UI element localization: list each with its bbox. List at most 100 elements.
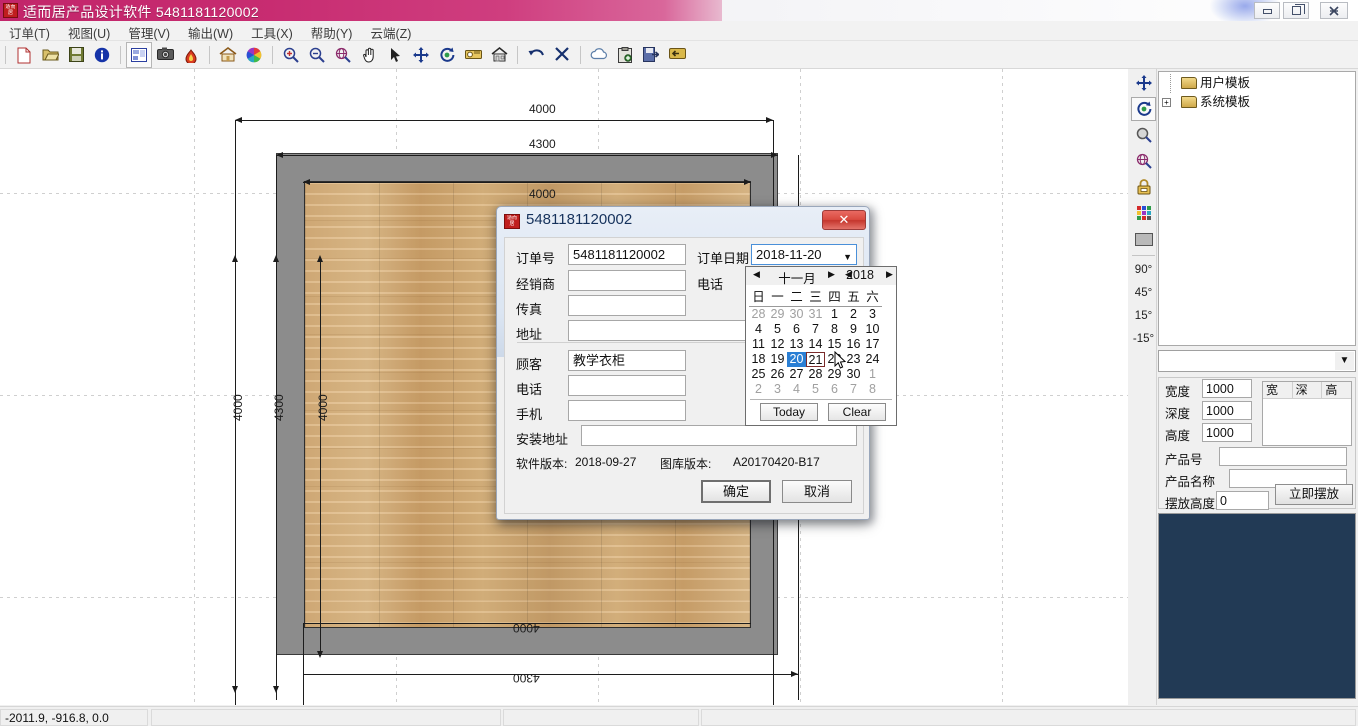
template-select[interactable]: ▼ — [1158, 350, 1356, 372]
calendar-day[interactable]: 31 — [806, 307, 825, 322]
product-no-input[interactable] — [1219, 447, 1347, 466]
calendar-day[interactable]: 24 — [863, 352, 882, 367]
zoom-extents-tool-icon[interactable] — [1131, 149, 1156, 173]
home-icon[interactable] — [215, 42, 241, 68]
calendar-day[interactable]: 28 — [806, 367, 825, 382]
pan-hand-icon[interactable] — [356, 42, 382, 68]
calendar-day[interactable]: 21 — [806, 352, 825, 367]
order-no-input[interactable]: 5481181120002 — [568, 244, 686, 265]
dealer-input[interactable] — [568, 270, 686, 291]
dialog-close-icon[interactable]: ✕ — [822, 210, 866, 230]
expand-icon[interactable]: + — [1162, 98, 1171, 107]
lock-tool-icon[interactable] — [1131, 175, 1156, 199]
fax-input[interactable] — [568, 295, 686, 316]
new-icon[interactable] — [11, 42, 37, 68]
move-tool-icon[interactable] — [1131, 71, 1156, 95]
angle-neg15-button[interactable]: -15° — [1131, 328, 1156, 351]
minimize-button[interactable] — [1254, 2, 1280, 19]
preview-3d-viewport[interactable] — [1158, 513, 1356, 699]
maximize-button[interactable] — [1283, 2, 1309, 19]
width-input[interactable]: 1000 — [1202, 379, 1252, 398]
angle-45-button[interactable]: 45° — [1131, 282, 1156, 305]
calendar-day[interactable]: 6 — [787, 322, 806, 337]
calendar-day[interactable]: 17 — [863, 337, 882, 352]
menu-item-manage[interactable]: 管理(V) — [119, 21, 179, 41]
calendar-day[interactable]: 29 — [768, 307, 787, 322]
calendar-day[interactable]: 20 — [787, 352, 806, 367]
calendar-day[interactable]: 2 — [749, 382, 768, 397]
undo-icon[interactable] — [523, 42, 549, 68]
mobile-input[interactable] — [568, 400, 686, 421]
delete-icon[interactable] — [549, 42, 575, 68]
fill-tool-icon[interactable] — [1131, 227, 1156, 251]
house-view-icon[interactable] — [486, 42, 512, 68]
rotate-tool-icon[interactable] — [1131, 97, 1156, 121]
calendar-day[interactable]: 12 — [768, 337, 787, 352]
calendar-day[interactable]: 9 — [844, 322, 863, 337]
prev-month-icon[interactable]: ◀ — [751, 269, 762, 280]
back-icon[interactable] — [664, 42, 690, 68]
menu-item-help[interactable]: 帮助(Y) — [302, 21, 362, 41]
calendar-day[interactable]: 30 — [787, 307, 806, 322]
next-month-icon[interactable]: ▶ — [826, 269, 837, 280]
calendar-day[interactable]: 4 — [787, 382, 806, 397]
calendar-today-button[interactable]: Today — [760, 403, 818, 421]
info-icon[interactable] — [89, 42, 115, 68]
place-height-input[interactable]: 0 — [1216, 491, 1269, 510]
zoom-tool-icon[interactable] — [1131, 123, 1156, 147]
place-now-button[interactable]: 立即摆放 — [1275, 484, 1353, 505]
menu-item-tools[interactable]: 工具(X) — [242, 21, 302, 41]
calendar-day[interactable]: 13 — [787, 337, 806, 352]
order-date-combo[interactable]: 2018-11-20 ▼ — [751, 244, 857, 265]
chevron-down-icon[interactable]: ▼ — [843, 248, 852, 264]
calendar-day[interactable]: 5 — [806, 382, 825, 397]
calendar-day[interactable]: 18 — [749, 352, 768, 367]
next-year-icon[interactable]: ▶ — [884, 269, 895, 280]
save-icon[interactable] — [63, 42, 89, 68]
calendar-day[interactable]: 11 — [749, 337, 768, 352]
menu-item-order[interactable]: 订单(T) — [0, 21, 59, 41]
cancel-button[interactable]: 取消 — [782, 480, 852, 503]
calendar-clear-button[interactable]: Clear — [828, 403, 886, 421]
tree-item-user-template[interactable]: 用户模板 — [1159, 74, 1355, 93]
calendar-day[interactable]: 6 — [825, 382, 844, 397]
dimensions-table[interactable]: 宽 深 高 — [1262, 381, 1352, 446]
measure-icon[interactable] — [460, 42, 486, 68]
calendar-day[interactable]: 3 — [768, 382, 787, 397]
calendar-day[interactable]: 28 — [749, 307, 768, 322]
palette-tool-icon[interactable] — [1131, 201, 1156, 225]
zoom-out-icon[interactable] — [304, 42, 330, 68]
calendar-day[interactable]: 7 — [844, 382, 863, 397]
angle-90-button[interactable]: 90° — [1131, 259, 1156, 282]
calendar-day[interactable]: 27 — [787, 367, 806, 382]
calendar-day[interactable]: 7 — [806, 322, 825, 337]
customer-phone-input[interactable] — [568, 375, 686, 396]
calendar-day[interactable]: 25 — [749, 367, 768, 382]
calendar-day[interactable]: 16 — [844, 337, 863, 352]
cloud-icon[interactable] — [586, 42, 612, 68]
calendar-day[interactable]: 8 — [863, 382, 882, 397]
menu-item-cloud[interactable]: 云端(Z) — [361, 21, 420, 41]
height-input[interactable]: 1000 — [1202, 423, 1252, 442]
calendar-day[interactable]: 19 — [768, 352, 787, 367]
depth-input[interactable]: 1000 — [1202, 401, 1252, 420]
chevron-down-icon[interactable]: ▼ — [1335, 352, 1354, 370]
camera-icon[interactable] — [152, 42, 178, 68]
zoom-extents-icon[interactable] — [330, 42, 356, 68]
calendar-day[interactable]: 2 — [844, 307, 863, 322]
calendar-day[interactable]: 8 — [825, 322, 844, 337]
calendar-day[interactable]: 15 — [825, 337, 844, 352]
calendar-day[interactable]: 4 — [749, 322, 768, 337]
calendar-day[interactable]: 14 — [806, 337, 825, 352]
template-tree[interactable]: 用户模板 + 系统模板 — [1158, 71, 1356, 346]
calendar-grid[interactable]: 28 29 30 31 1 2 3 4 5 6 7 8 9 10 11 12 13 14 15 16 17 18 19 20 2… — [746, 307, 896, 397]
calendar-day[interactable]: 10 — [863, 322, 882, 337]
floorplan-icon[interactable] — [126, 42, 152, 68]
calendar-day[interactable]: 1 — [863, 367, 882, 382]
ok-button[interactable]: 确定 — [701, 480, 771, 503]
open-folder-icon[interactable] — [37, 42, 63, 68]
close-button[interactable] — [1320, 2, 1348, 19]
clipboard-add-icon[interactable] — [612, 42, 638, 68]
date-picker-popup[interactable]: ◀ 十一月 ▶ ◀ 2018 ▶ 日 一 二 三 四 五 六 28 29 30 31 1… — [745, 266, 897, 426]
menu-item-view[interactable]: 视图(U) — [59, 21, 119, 41]
